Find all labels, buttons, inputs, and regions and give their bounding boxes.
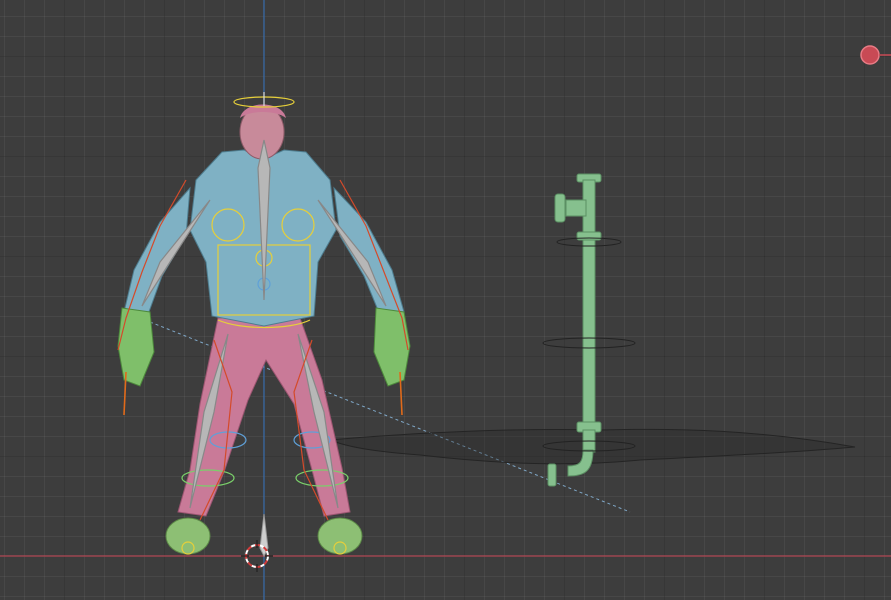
character-right-shoe (317, 517, 363, 555)
character-right-arm (333, 186, 405, 321)
character-left-shoe (165, 517, 211, 555)
viewport-canvas[interactable] (0, 0, 891, 600)
character-right-hand (373, 307, 411, 387)
3d-viewport[interactable] (0, 0, 891, 600)
character-left-arm (123, 186, 191, 321)
camera-marker-icon[interactable] (860, 45, 891, 65)
character-left-hand (117, 307, 155, 387)
